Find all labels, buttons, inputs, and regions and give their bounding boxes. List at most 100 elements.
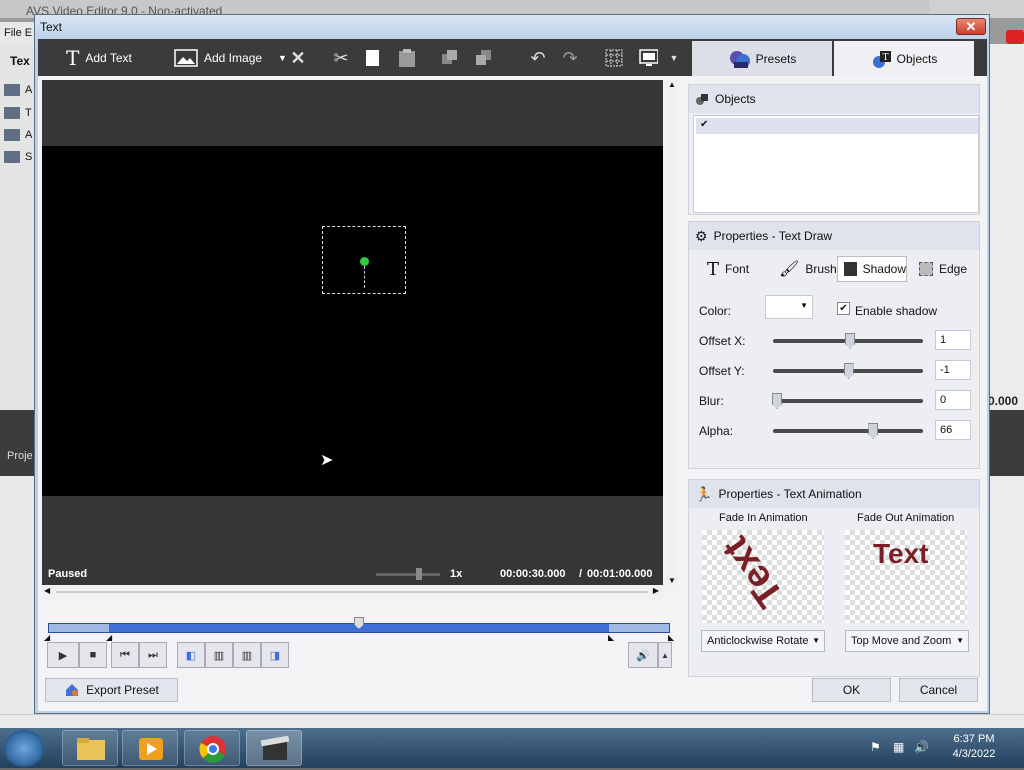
speed-slider-track[interactable] [376,573,440,576]
blur-slider-thumb[interactable] [772,393,782,409]
system-clock[interactable]: 6:37 PM 4/3/2022 [944,732,1004,764]
trim-mark-in-icon[interactable]: ◢ [106,633,112,642]
mark-in-button[interactable]: ◧ [177,642,205,668]
mark-out-button[interactable]: ◨ [261,642,289,668]
taskbar-chrome[interactable] [184,730,240,766]
copy-icon[interactable] [362,48,382,68]
previous-frame-button[interactable]: ⏮ [111,642,139,668]
dialog-body: T Add Text Add Image ▼ ✕ ✂ ↶ ↷ ▼ Presets… [38,39,987,711]
split-right-button[interactable]: ▥ [233,642,261,668]
tab-shadow[interactable]: Shadow [837,256,907,282]
scroll-left-icon[interactable]: ◀ [44,586,50,595]
trim-end-marker-icon[interactable]: ◣ [668,633,674,642]
display-dropdown-icon[interactable]: ▼ [664,48,684,68]
send-backward-icon[interactable] [474,48,494,68]
offset-y-value[interactable]: -1 [935,360,971,380]
tab-shadow-label: Shadow [862,262,906,276]
video-canvas[interactable] [42,146,663,496]
offset-x-value[interactable]: 1 [935,330,971,350]
add-image-button[interactable]: Add Image ▼ [174,39,287,76]
tab-objects-label: Objects [896,51,938,66]
bring-forward-icon[interactable] [440,48,460,68]
background-timeline [0,476,36,716]
redo-icon[interactable]: ↷ [560,48,580,68]
start-button[interactable] [4,730,44,767]
background-left-tab[interactable]: Tex [10,54,30,68]
objects-panel-header: Objects [689,85,979,113]
alpha-value[interactable]: 66 [935,420,971,440]
shadow-color-picker[interactable]: ▼ [765,295,813,319]
skip-forward-icon: ⏭ [148,648,158,661]
close-button[interactable]: ✕ [956,18,986,35]
offset-y-slider-thumb[interactable] [843,363,854,379]
trim-mark-out-icon[interactable]: ◣ [608,633,614,642]
volume-icon[interactable]: 🔊 [914,740,929,754]
scroll-up-icon[interactable]: ▲ [668,80,676,89]
folder-label[interactable]: A [25,84,32,96]
enable-shadow-checkbox[interactable]: ✔ [837,302,850,315]
cancel-button[interactable]: Cancel [899,678,978,702]
folder-label[interactable]: T [25,107,32,119]
split-left-button[interactable]: ▥ [205,642,233,668]
ok-button[interactable]: OK [812,678,891,702]
alpha-slider-thumb[interactable] [868,423,879,439]
objects-panel-title: Objects [715,92,756,106]
background-project-label[interactable]: Proje [7,450,33,462]
delete-icon[interactable]: ✕ [288,48,308,68]
object-visible-checkbox[interactable]: ✔ [700,119,708,130]
offset-x-slider-thumb[interactable] [845,333,855,349]
objects-icon: T [872,50,891,68]
chevron-down-icon: ▼ [800,301,808,310]
dropdown-arrow-icon[interactable]: ▼ [278,53,287,63]
stop-button[interactable]: ■ [79,642,107,668]
background-horizontal-scrollbar[interactable] [0,714,1024,728]
scroll-track[interactable] [56,591,648,593]
text-t-icon: T [66,45,80,70]
network-icon[interactable]: ▦ [893,740,904,754]
preview-horizontal-scrollbar[interactable]: ◀ ▶ [42,585,663,599]
tab-brush[interactable]: 🖌 Brush [779,256,837,282]
split-right-icon: ▥ [241,649,253,662]
alpha-slider[interactable] [773,429,923,433]
objects-list[interactable]: ✔ [693,115,979,213]
fade-out-preview[interactable]: Text [845,530,967,623]
play-button[interactable]: ▶ [47,642,79,668]
youtube-icon[interactable] [1006,30,1024,44]
add-text-button[interactable]: T Add Text [66,39,132,76]
paste-icon[interactable] [396,48,416,68]
tab-edge[interactable]: Edge [919,256,967,282]
speed-slider-thumb[interactable] [416,568,422,580]
scroll-down-icon[interactable]: ▼ [668,576,676,585]
undo-icon[interactable]: ↶ [528,48,548,68]
volume-dropdown-button[interactable]: ▲ [658,642,672,668]
scroll-right-icon[interactable]: ▶ [653,586,659,595]
preview-area[interactable]: ➤ Paused 1x 00:00:30.000 / 00:01:00.000 [42,80,663,585]
blur-value[interactable]: 0 [935,390,971,410]
cut-icon[interactable]: ✂ [331,48,351,68]
list-item[interactable]: ✔ [696,118,978,134]
text-object-selection[interactable] [322,226,406,294]
taskbar-explorer[interactable] [62,730,118,766]
taskbar-avs-video-editor[interactable] [246,730,302,766]
blur-slider[interactable] [773,399,923,403]
volume-button[interactable]: 🔊 [628,642,658,668]
folder-label[interactable]: A [25,129,32,141]
tab-objects[interactable]: T Objects [834,41,974,76]
mark-out-icon: ◨ [269,649,281,662]
chevron-down-icon: ▼ [812,636,820,645]
fade-in-preview[interactable]: Text [702,529,824,623]
grid-icon[interactable] [604,48,624,68]
text-animation-properties-panel: 🏃 Properties - Text Animation Fade In An… [688,479,980,677]
next-frame-button[interactable]: ⏭ [139,642,167,668]
fade-in-select[interactable]: Anticlockwise Rotate ▼ [701,630,825,652]
display-mode-icon[interactable] [638,48,658,68]
fade-out-select[interactable]: Top Move and Zoom ▼ [845,630,969,652]
action-center-icon[interactable]: ⚑ [870,740,881,754]
export-preset-button[interactable]: Export Preset [45,678,178,702]
tab-font[interactable]: T Font [707,256,749,282]
taskbar-media-player[interactable] [122,730,178,766]
trim-start-marker-icon[interactable]: ◢ [44,633,50,642]
tab-presets[interactable]: Presets [692,41,832,76]
folder-label[interactable]: S [25,151,32,163]
preview-vertical-scrollbar[interactable]: ▲ ▼ [666,80,678,585]
